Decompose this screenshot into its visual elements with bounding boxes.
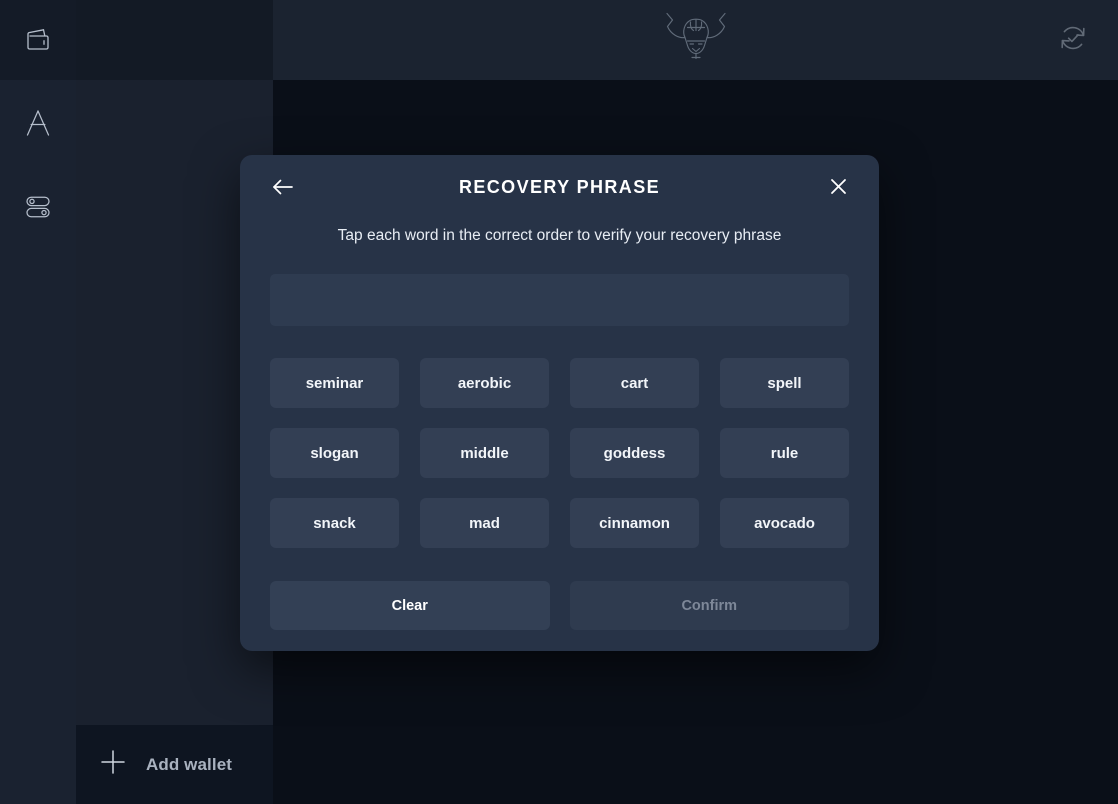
selected-words-box[interactable] [270, 274, 849, 326]
modal-title: RECOVERY PHRASE [458, 177, 661, 197]
word-button[interactable]: cart [570, 358, 699, 408]
add-wallet-button[interactable]: Add wallet [76, 725, 273, 804]
modal-close-button[interactable] [821, 172, 855, 206]
word-button[interactable]: slogan [270, 428, 399, 478]
word-button[interactable]: spell [720, 358, 849, 408]
clear-button[interactable]: Clear [270, 581, 550, 630]
recovery-phrase-modal: RECOVERY PHRASE Tap each word in the cor… [240, 155, 879, 651]
refresh-check-button[interactable] [1054, 21, 1092, 59]
refresh-check-icon [1057, 22, 1089, 59]
word-button[interactable]: snack [270, 498, 399, 548]
word-button[interactable]: avocado [720, 498, 849, 548]
word-choice-grid: seminar aerobic cart spell slogan middle… [270, 358, 849, 548]
word-button[interactable]: mad [420, 498, 549, 548]
word-button[interactable]: aerobic [420, 358, 549, 408]
modal-header: RECOVERY PHRASE [240, 155, 879, 221]
wallet-panel-header [76, 0, 273, 80]
avalanche-a-icon [24, 108, 52, 138]
content-header [273, 0, 1118, 80]
icon-rail [0, 0, 76, 804]
modal-subtitle: Tap each word in the correct order to ve… [337, 227, 782, 244]
app-root: Add wallet RECOVERY PHRASE Tap each word… [0, 0, 1118, 804]
word-button[interactable]: rule [720, 428, 849, 478]
word-button[interactable]: goddess [570, 428, 699, 478]
sidebar-item-assets[interactable] [0, 93, 76, 153]
word-button[interactable]: cinnamon [570, 498, 699, 548]
word-button[interactable]: seminar [270, 358, 399, 408]
add-wallet-label: Add wallet [146, 754, 233, 774]
wallet-icon [25, 28, 51, 52]
toggles-settings-icon [23, 194, 53, 220]
sidebar-item-wallet[interactable] [0, 10, 76, 70]
modal-actions: Clear Confirm [270, 581, 849, 630]
plus-icon [98, 747, 128, 782]
bull-head-logo [663, 8, 729, 73]
close-icon [830, 178, 847, 200]
confirm-button[interactable]: Confirm [569, 581, 849, 630]
sidebar-item-settings[interactable] [0, 177, 76, 237]
word-button[interactable]: middle [420, 428, 549, 478]
